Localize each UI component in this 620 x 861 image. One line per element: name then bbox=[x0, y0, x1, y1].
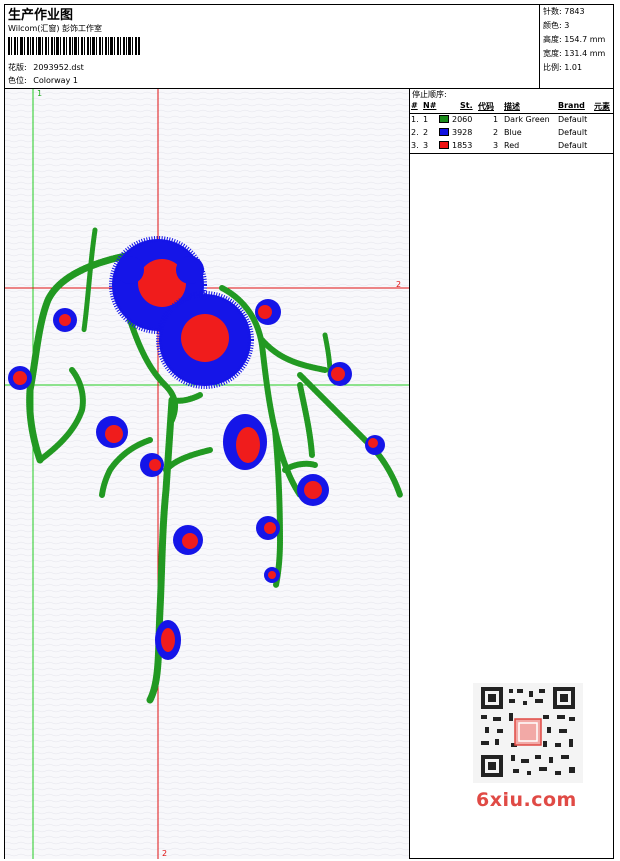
page-title: 生产作业图 bbox=[8, 8, 74, 23]
flower-medium bbox=[96, 416, 128, 448]
panel-divider bbox=[409, 88, 410, 859]
flower-medium bbox=[297, 474, 329, 506]
col-element: 元素 bbox=[594, 102, 610, 111]
colorway-value: Colorway 1 bbox=[33, 76, 78, 85]
design-stats: 针数: 7843 颜色: 3 高度: 154.7 mm 宽度: 131.4 mm… bbox=[543, 6, 605, 76]
color-swatch bbox=[439, 128, 449, 136]
guide-label-h2: 2 bbox=[396, 280, 401, 289]
flower-small bbox=[328, 362, 352, 386]
flower-small bbox=[8, 366, 32, 390]
flower-medium bbox=[173, 525, 203, 555]
stat-colors: 颜色: 3 bbox=[543, 21, 570, 30]
color-swatch bbox=[439, 115, 449, 123]
company-name: Wilcom(汇窗) 彭饰工作室 bbox=[8, 24, 103, 33]
stop-sequence-header: # N# St. 代码 描述 Brand 元素 bbox=[410, 100, 613, 114]
col-stitches: St. bbox=[460, 101, 473, 110]
flower-small bbox=[365, 435, 385, 455]
qr-code bbox=[473, 683, 583, 783]
flower-medium bbox=[223, 414, 267, 470]
col-description: 描述 bbox=[504, 102, 520, 111]
design-file-row: 花版: 2093952.dst bbox=[8, 63, 84, 73]
guide-label-v1: 1 bbox=[37, 89, 42, 98]
flower-small bbox=[264, 567, 280, 583]
flower-small bbox=[255, 299, 281, 325]
colorway-row: 色位: Colorway 1 bbox=[8, 76, 78, 86]
col-brand: Brand bbox=[558, 101, 585, 110]
stat-scale: 比例: 1.01 bbox=[543, 63, 583, 72]
col-index: # bbox=[411, 101, 418, 110]
col-needle: N# bbox=[423, 101, 437, 110]
flower-small bbox=[53, 308, 77, 332]
table-row[interactable]: 2. 2 3928 2 Blue Default bbox=[410, 127, 613, 140]
col-code: 代码 bbox=[478, 102, 494, 111]
flower-medium bbox=[155, 620, 181, 660]
guide-label-v2: 2 bbox=[162, 849, 167, 858]
watermark-site: 6xiu.com bbox=[476, 789, 577, 811]
flower-small bbox=[256, 516, 280, 540]
flower-large-center bbox=[156, 291, 254, 389]
stat-stitches: 针数: 7843 bbox=[543, 7, 585, 16]
stop-sequence-title: 停止顺序: bbox=[412, 90, 447, 99]
barcode bbox=[8, 37, 140, 55]
colorway-label: 色位: bbox=[8, 76, 27, 85]
design-file-value: 2093952.dst bbox=[33, 63, 84, 72]
table-row[interactable]: 3. 3 1853 3 Red Default bbox=[410, 140, 613, 153]
embroidery-canvas[interactable]: 1 2 2 bbox=[5, 89, 409, 859]
table-row[interactable]: 1. 1 2060 1 Dark Green Default bbox=[410, 114, 613, 127]
design-file-label: 花版: bbox=[8, 63, 27, 72]
stats-divider bbox=[539, 4, 540, 88]
stat-width: 宽度: 131.4 mm bbox=[543, 49, 606, 58]
stop-sequence-panel: 停止顺序: # N# St. 代码 描述 Brand 元素 1. 1 2060 … bbox=[410, 89, 613, 154]
flower-small bbox=[140, 453, 164, 477]
stat-height: 高度: 154.7 mm bbox=[543, 35, 606, 44]
color-swatch bbox=[439, 141, 449, 149]
table-bottom-rule bbox=[410, 153, 613, 154]
